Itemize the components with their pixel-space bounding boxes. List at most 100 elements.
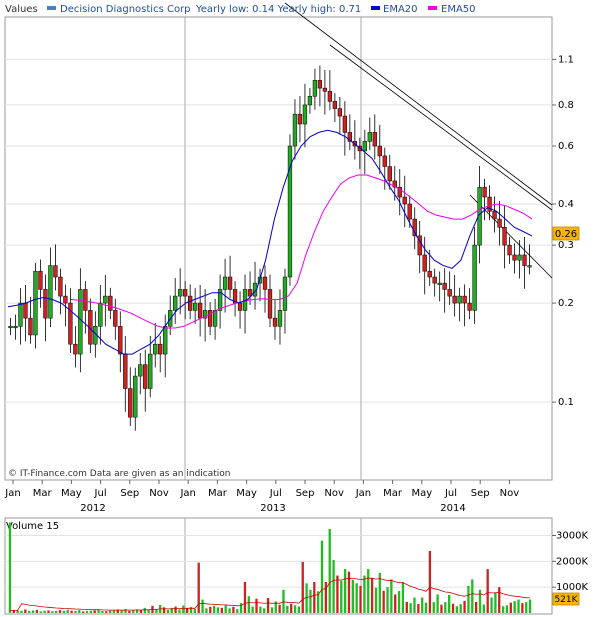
- candle-body: [48, 265, 53, 319]
- candle-body: [282, 276, 288, 311]
- stock-chart: 1.1 0.8 0.6 0.4 0.3 0.2 0.1 Values Decision Di…: [4, 2, 588, 615]
- candle-body: [133, 375, 138, 418]
- candle-body: [58, 276, 63, 297]
- candle-body: [178, 289, 183, 297]
- candle-body: [427, 270, 432, 278]
- candle-body: [422, 254, 427, 272]
- legend-swatch-stock: [47, 6, 56, 10]
- values-label: Values: [5, 4, 38, 15]
- volume-tick-label: 1000K: [556, 582, 588, 593]
- candle-body: [507, 244, 512, 256]
- candle-body: [173, 295, 178, 311]
- x-year-label: 2013: [260, 503, 285, 514]
- candle-body: [497, 218, 502, 228]
- candle-body: [188, 295, 193, 311]
- x-tick-label: Sep: [471, 488, 490, 499]
- x-tick-label: Nov: [324, 488, 344, 499]
- candle-body: [527, 265, 532, 268]
- volume-axis: 3000K 2000K 1000K: [552, 531, 588, 593]
- candle-body: [462, 295, 467, 304]
- candle-body: [492, 211, 497, 220]
- candle-body: [53, 265, 58, 278]
- legend-swatch-ema20: [371, 6, 380, 10]
- volume-panel-frame: [4, 517, 553, 615]
- candle-body: [362, 141, 367, 152]
- candle-body: [277, 310, 283, 327]
- candle-body: [63, 295, 68, 304]
- x-tick-label: Nov: [500, 488, 520, 499]
- candle-body: [437, 282, 442, 285]
- candle-body: [43, 289, 48, 319]
- last-volume-label: 521K: [554, 595, 578, 605]
- candle-body: [367, 132, 372, 142]
- x-tick-label: Sep: [120, 488, 139, 499]
- candle-body: [387, 166, 392, 182]
- price-panel-frame: [4, 16, 553, 481]
- candle-body: [292, 113, 298, 147]
- price-tick-label: 0.1: [558, 397, 574, 408]
- candle-body: [108, 295, 113, 311]
- x-tick-label: Jul: [444, 488, 457, 499]
- candle-body: [78, 289, 83, 355]
- yearly-range-text: Yearly low: 0.14 Yearly high: 0.71: [195, 4, 361, 15]
- candle-body: [472, 244, 477, 311]
- candle-body: [457, 295, 462, 304]
- candle-body: [302, 104, 308, 125]
- candle-body: [522, 254, 527, 266]
- candle-body: [138, 364, 143, 377]
- candle-body: [432, 276, 437, 284]
- candle-body: [28, 317, 33, 336]
- x-tick-label: May: [236, 488, 257, 499]
- candle-body: [342, 115, 348, 133]
- candle-body: [237, 302, 243, 311]
- candle-body: [307, 96, 313, 106]
- candle-body: [447, 289, 452, 297]
- volume-tick-label: 3000K: [556, 531, 588, 542]
- x-year-label: 2012: [80, 503, 105, 514]
- candle-body: [467, 302, 472, 311]
- candle-body: [402, 196, 407, 205]
- candle-body: [113, 310, 118, 327]
- candle-body: [312, 80, 318, 97]
- volume-title: Volume 15: [6, 521, 59, 532]
- candle-body: [128, 388, 133, 418]
- legend-swatch-ema50: [428, 6, 437, 10]
- x-tick-label: May: [61, 488, 82, 499]
- watermark-text: © IT-Finance.com Data are given as an in…: [8, 469, 230, 479]
- candle-body: [143, 364, 148, 389]
- legend-stock-name: Decision Diagnostics Corp: [60, 4, 191, 15]
- candle-body: [287, 145, 293, 278]
- price-tick-label: 0.6: [558, 141, 574, 152]
- candle-body: [327, 91, 333, 102]
- candle-body: [267, 289, 273, 319]
- x-tick-label: Jan: [355, 488, 371, 499]
- candle-body: [517, 254, 522, 261]
- candle-body: [222, 276, 228, 290]
- legend-ema20: EMA20: [383, 4, 418, 15]
- candle-body: [38, 270, 43, 290]
- candle-body: [442, 282, 447, 290]
- price-tick-label: 0.2: [558, 298, 574, 309]
- candle-body: [322, 87, 328, 92]
- x-tick-label: Nov: [149, 488, 169, 499]
- candle-body: [212, 310, 218, 327]
- candle-body: [163, 326, 168, 355]
- candle-body: [382, 155, 387, 167]
- candle-body: [148, 353, 153, 389]
- candle-body: [482, 186, 487, 198]
- candle-body: [8, 326, 13, 329]
- candle-body: [98, 302, 103, 327]
- x-axis: Jan Mar May Jul Sep Nov Jan Mar May Jul Sep Nov Jan M…: [4, 480, 519, 514]
- candle-body: [118, 326, 123, 355]
- candle-body: [297, 113, 303, 125]
- candle-body: [407, 203, 412, 220]
- volume-tick-label: 2000K: [556, 556, 588, 567]
- last-price-label: 0.26: [555, 229, 577, 240]
- x-tick-label: Jul: [94, 488, 107, 499]
- price-tick-label: 0.8: [558, 100, 574, 111]
- candle-body: [103, 295, 108, 304]
- price-tick-label: 0.4: [558, 199, 574, 210]
- candle-body: [23, 302, 28, 319]
- candle-body: [502, 226, 507, 246]
- candle-body: [227, 276, 233, 290]
